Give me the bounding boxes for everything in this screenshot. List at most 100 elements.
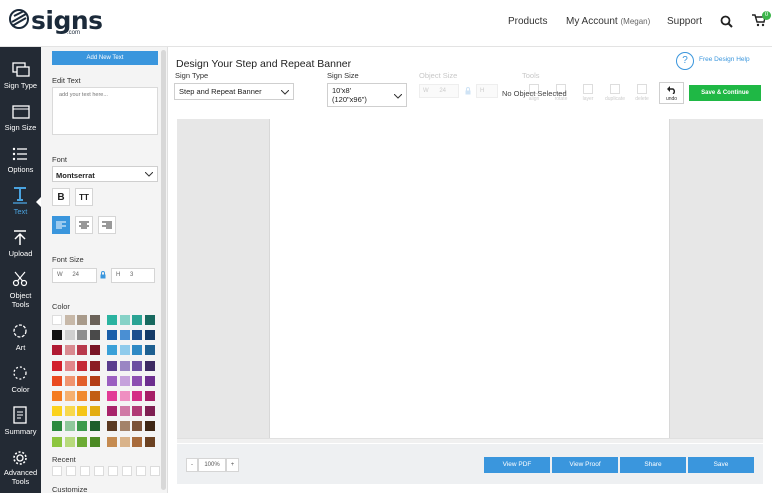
color-swatch[interactable] (107, 360, 117, 371)
sign-type-select[interactable]: Step and Repeat Banner (174, 83, 294, 100)
rail-summary[interactable]: Summary (0, 403, 41, 445)
color-swatch[interactable] (52, 360, 62, 371)
design-canvas[interactable] (269, 119, 670, 438)
color-swatch[interactable] (77, 315, 87, 325)
color-swatch[interactable] (77, 421, 87, 432)
align-center-button[interactable] (75, 216, 93, 234)
color-swatch[interactable] (89, 345, 100, 356)
rail-sign-size[interactable]: Sign Size (0, 99, 41, 141)
color-swatch[interactable] (119, 360, 130, 371)
object-lock-icon[interactable] (465, 87, 471, 95)
color-swatch[interactable] (64, 421, 75, 432)
color-swatch[interactable] (77, 330, 87, 341)
rail-text[interactable]: Text (0, 183, 41, 225)
color-swatch[interactable] (119, 315, 130, 325)
color-swatch[interactable] (107, 406, 117, 417)
color-swatch[interactable] (52, 391, 62, 401)
nav-products[interactable]: Products (508, 16, 547, 27)
color-swatch[interactable] (132, 391, 142, 401)
font-select[interactable]: Montserrat (52, 166, 158, 182)
nav-my-account[interactable]: My Account (Megan) (566, 16, 650, 27)
color-swatch[interactable] (119, 391, 130, 401)
color-swatch[interactable] (64, 406, 75, 417)
color-swatch[interactable] (64, 436, 75, 447)
color-swatch[interactable] (52, 406, 62, 417)
view-pdf-button[interactable]: View PDF (484, 457, 550, 473)
tool-layer[interactable]: layer (576, 84, 600, 102)
color-swatch[interactable] (107, 315, 117, 325)
color-swatch[interactable] (132, 406, 142, 417)
color-swatch[interactable] (132, 360, 142, 371)
color-swatch[interactable] (144, 360, 155, 371)
recent-swatch[interactable] (80, 466, 90, 476)
color-swatch[interactable] (132, 421, 142, 432)
recent-swatch[interactable] (52, 466, 62, 476)
color-swatch[interactable] (77, 436, 87, 447)
rail-sign-type[interactable]: Sign Type (0, 57, 41, 99)
color-swatch[interactable] (132, 375, 142, 386)
color-swatch[interactable] (107, 375, 117, 386)
sign-size-select[interactable]: 10'x8' (120"x96") (327, 83, 407, 107)
color-swatch[interactable] (144, 345, 155, 356)
color-swatch[interactable] (64, 360, 75, 371)
bold-button[interactable]: B (52, 188, 70, 206)
save-continue-button[interactable]: Save & Continue (689, 85, 761, 101)
share-button[interactable]: Share (620, 457, 686, 473)
color-swatch[interactable] (119, 406, 130, 417)
font-height-field[interactable]: H 3 (111, 268, 155, 283)
color-swatch[interactable] (144, 330, 155, 341)
panel-scrollbar[interactable] (161, 50, 166, 490)
color-swatch[interactable] (89, 315, 100, 325)
color-swatch[interactable] (107, 436, 117, 447)
recent-swatch[interactable] (108, 466, 118, 476)
rail-object-tools[interactable]: Object Tools (0, 267, 41, 309)
color-swatch[interactable] (64, 391, 75, 401)
recent-swatch[interactable] (94, 466, 104, 476)
color-swatch[interactable] (64, 315, 75, 325)
color-swatch[interactable] (144, 315, 155, 325)
color-swatch[interactable] (107, 391, 117, 401)
align-right-button[interactable] (98, 216, 116, 234)
color-swatch[interactable] (89, 330, 100, 341)
lock-icon[interactable] (100, 271, 106, 279)
font-width-field[interactable]: W 24 (52, 268, 97, 283)
color-swatch[interactable] (77, 360, 87, 371)
color-swatch[interactable] (107, 345, 117, 356)
color-swatch[interactable] (52, 436, 62, 447)
rail-art[interactable]: Art (0, 319, 41, 361)
color-swatch[interactable] (89, 421, 100, 432)
color-swatch[interactable] (77, 391, 87, 401)
undo-button[interactable]: undo (659, 82, 684, 104)
color-swatch[interactable] (132, 345, 142, 356)
search-icon[interactable] (720, 15, 733, 28)
recent-swatch[interactable] (122, 466, 132, 476)
color-swatch[interactable] (132, 436, 142, 447)
rail-advanced-tools[interactable]: Advanced Tools (0, 448, 41, 490)
color-swatch[interactable] (107, 421, 117, 432)
all-caps-button[interactable]: TT (75, 188, 93, 206)
zoom-in-button[interactable]: + (226, 458, 239, 472)
edit-text-input[interactable] (52, 87, 158, 135)
object-width-field[interactable]: W 24 (419, 84, 459, 98)
color-swatch[interactable] (119, 345, 130, 356)
add-new-text-button[interactable]: Add New Text (52, 51, 158, 65)
color-swatch[interactable] (144, 406, 155, 417)
view-proof-button[interactable]: View Proof (552, 457, 618, 473)
color-swatch[interactable] (89, 391, 100, 401)
recent-swatch[interactable] (136, 466, 146, 476)
color-swatch[interactable] (132, 330, 142, 341)
color-swatch[interactable] (64, 375, 75, 386)
color-swatch[interactable] (107, 330, 117, 341)
color-swatch[interactable] (77, 406, 87, 417)
color-swatch[interactable] (89, 436, 100, 447)
color-swatch[interactable] (119, 436, 130, 447)
recent-swatch[interactable] (150, 466, 160, 476)
help-question-icon[interactable]: ? (676, 52, 694, 70)
color-swatch[interactable] (52, 375, 62, 386)
color-swatch[interactable] (89, 375, 100, 386)
save-button[interactable]: Save (688, 457, 754, 473)
tool-duplicate[interactable]: duplicate (603, 84, 627, 102)
color-swatch[interactable] (144, 375, 155, 386)
align-left-button[interactable] (52, 216, 70, 234)
color-swatch[interactable] (64, 330, 75, 341)
